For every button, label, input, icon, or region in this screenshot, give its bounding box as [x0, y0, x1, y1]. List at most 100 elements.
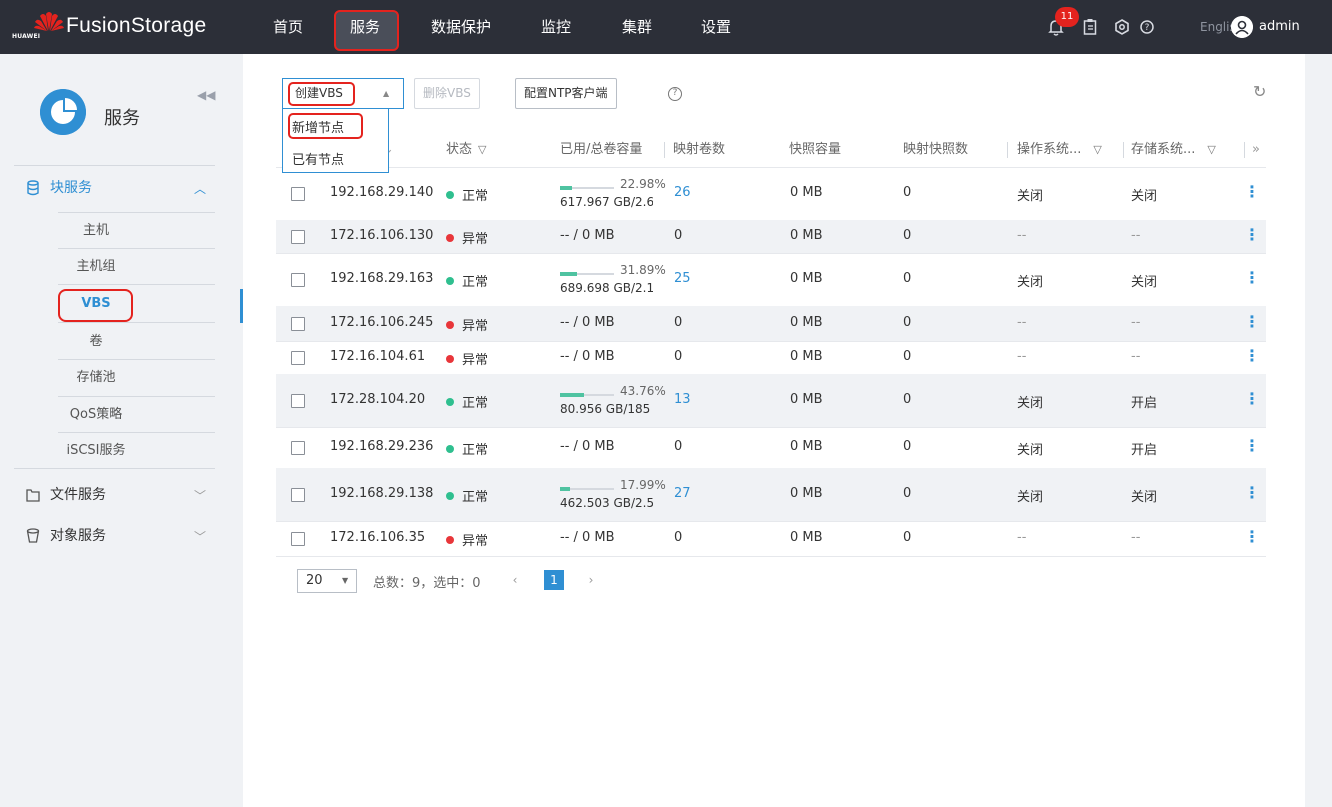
create-vbs-button[interactable]: 创建VBS ▲ — [282, 78, 404, 109]
svg-text:?: ? — [1145, 23, 1150, 33]
refresh-icon[interactable]: ↻ — [1253, 82, 1266, 101]
nav-data-protection[interactable]: 数据保护 — [431, 0, 491, 54]
user-avatar-icon[interactable] — [1231, 16, 1253, 38]
row-actions-icon[interactable]: ⋮ — [1244, 182, 1260, 201]
capacity-progress-fill — [560, 392, 584, 397]
delete-vbs-button[interactable]: 删除VBS — [414, 78, 480, 109]
snapshot-capacity: 0 MB — [790, 184, 823, 200]
snapshot-capacity: 0 MB — [790, 270, 823, 286]
row-actions-icon[interactable]: ⋮ — [1244, 389, 1260, 408]
os-status: 关闭 — [1017, 188, 1044, 204]
os-status: -- — [1017, 227, 1027, 243]
row-actions-icon[interactable]: ⋮ — [1244, 346, 1260, 365]
status-text: 正常 — [462, 274, 489, 290]
row-actions-icon[interactable]: ⋮ — [1244, 312, 1260, 331]
status-text: 正常 — [462, 442, 489, 458]
collapse-sidebar-icon[interactable]: ◀◀ — [197, 88, 215, 102]
gear-icon[interactable] — [1114, 18, 1130, 36]
page-number-current[interactable]: 1 — [544, 570, 564, 590]
row-checkbox[interactable] — [291, 350, 305, 365]
row-checkbox[interactable] — [291, 393, 305, 408]
expand-columns-icon[interactable]: » — [1252, 136, 1260, 164]
snapshot-capacity: 0 MB — [790, 314, 823, 330]
help-icon[interactable]: ? — [1139, 18, 1155, 36]
filter-icon[interactable]: ▽ — [1207, 136, 1215, 164]
capacity-progress-fill — [560, 185, 572, 190]
next-page-button[interactable]: › — [581, 570, 601, 590]
row-actions-icon[interactable]: ⋮ — [1244, 225, 1260, 244]
host-ip: 172.16.106.35 — [330, 529, 426, 545]
row-checkbox[interactable] — [291, 272, 305, 287]
column-divider — [664, 142, 665, 158]
capacity-percent: 43.76% — [620, 383, 666, 398]
capacity-progress-bar — [560, 185, 614, 190]
os-status: -- — [1017, 314, 1027, 330]
host-ip: 192.168.29.140 — [330, 184, 434, 200]
chevron-down-icon[interactable]: ﹀ — [194, 487, 206, 504]
menu-item-new-node[interactable]: 新增节点 — [292, 117, 344, 136]
sidebar-item-storage-pool[interactable]: 存储池 — [0, 368, 192, 388]
sidebar-item-qos[interactable]: QoS策略 — [0, 405, 192, 425]
filter-icon[interactable]: ▽ — [1093, 136, 1101, 164]
status-cell: 异常 — [446, 228, 488, 247]
column-header-capacity: 已用/总卷容量 — [560, 142, 643, 157]
page-size-select[interactable]: 20 ▼ — [297, 569, 357, 593]
mapped-volumes-link[interactable]: 13 — [674, 392, 691, 407]
mapped-volumes-link[interactable]: 27 — [674, 486, 691, 501]
column-header-os[interactable]: 操作系统... ▽ — [1017, 136, 1102, 164]
sidebar-item-iscsi[interactable]: iSCSI服务 — [0, 441, 192, 461]
clipboard-icon[interactable] — [1082, 18, 1098, 36]
create-vbs-label: 创建VBS — [295, 86, 343, 100]
storage-status: 关闭 — [1131, 489, 1158, 505]
bucket-icon — [26, 528, 40, 543]
nav-settings[interactable]: 设置 — [701, 0, 731, 54]
storage-status: -- — [1131, 348, 1141, 364]
sidebar-section-label: 对象服务 — [50, 528, 106, 544]
configure-ntp-button[interactable]: 配置NTP客户端 — [515, 78, 617, 109]
status-ok-dot — [446, 491, 454, 500]
column-header-storage[interactable]: 存储系统... ▽ — [1131, 136, 1216, 164]
host-ip: 172.16.104.61 — [330, 348, 426, 364]
mapped-volumes-link[interactable]: 26 — [674, 185, 691, 200]
row-checkbox[interactable] — [291, 531, 305, 546]
sidebar: 服务 ◀◀ 块服务 ︿ 主机 主机组 VBS 卷 存储池 QoS策略 iSCSI… — [0, 54, 243, 807]
storage-status: 开启 — [1131, 395, 1158, 411]
mapped-snapshots: 0 — [903, 314, 912, 330]
row-checkbox[interactable] — [291, 186, 305, 201]
nav-monitor[interactable]: 监控 — [541, 0, 571, 54]
capacity-text: -- / 0 MB — [560, 438, 615, 454]
capacity-text: -- / 0 MB — [560, 348, 615, 364]
snapshot-capacity: 0 MB — [790, 529, 823, 545]
menu-item-existing-node[interactable]: 已有节点 — [292, 149, 344, 168]
divider — [58, 284, 215, 285]
row-actions-icon[interactable]: ⋮ — [1244, 483, 1260, 502]
caret-down-icon: ▼ — [342, 576, 349, 585]
column-header-status[interactable]: 状态 ▽ — [446, 136, 486, 164]
service-pie-icon — [40, 89, 86, 135]
chevron-up-icon[interactable]: ︿ — [194, 180, 206, 197]
row-actions-icon[interactable]: ⋮ — [1244, 527, 1260, 546]
nav-cluster[interactable]: 集群 — [622, 0, 652, 54]
row-checkbox[interactable] — [291, 316, 305, 331]
row-actions-icon[interactable]: ⋮ — [1244, 436, 1260, 455]
nav-home[interactable]: 首页 — [273, 0, 303, 54]
row-actions-icon[interactable]: ⋮ — [1244, 268, 1260, 287]
snapshot-capacity: 0 MB — [790, 227, 823, 243]
nav-services[interactable]: 服务 — [350, 0, 380, 54]
sidebar-item-host[interactable]: 主机 — [0, 221, 192, 241]
sidebar-item-host-group[interactable]: 主机组 — [0, 257, 192, 277]
filter-icon[interactable]: ▽ — [478, 136, 486, 164]
row-checkbox[interactable] — [291, 487, 305, 502]
capacity-text: -- / 0 MB — [560, 227, 615, 243]
capacity-percent: 22.98% — [620, 176, 666, 191]
row-checkbox[interactable] — [291, 229, 305, 244]
capacity-progress-fill — [560, 271, 577, 276]
help-icon[interactable]: ? — [668, 87, 682, 101]
row-checkbox[interactable] — [291, 440, 305, 455]
chevron-down-icon[interactable]: ﹀ — [194, 528, 206, 545]
mapped-volumes-link[interactable]: 25 — [674, 271, 691, 286]
sidebar-item-volume[interactable]: 卷 — [0, 332, 192, 352]
prev-page-button[interactable]: ‹ — [505, 570, 525, 590]
huawei-logo[interactable]: HUAWEI FusionStorage — [6, 10, 216, 44]
username[interactable]: admin — [1259, 18, 1300, 36]
